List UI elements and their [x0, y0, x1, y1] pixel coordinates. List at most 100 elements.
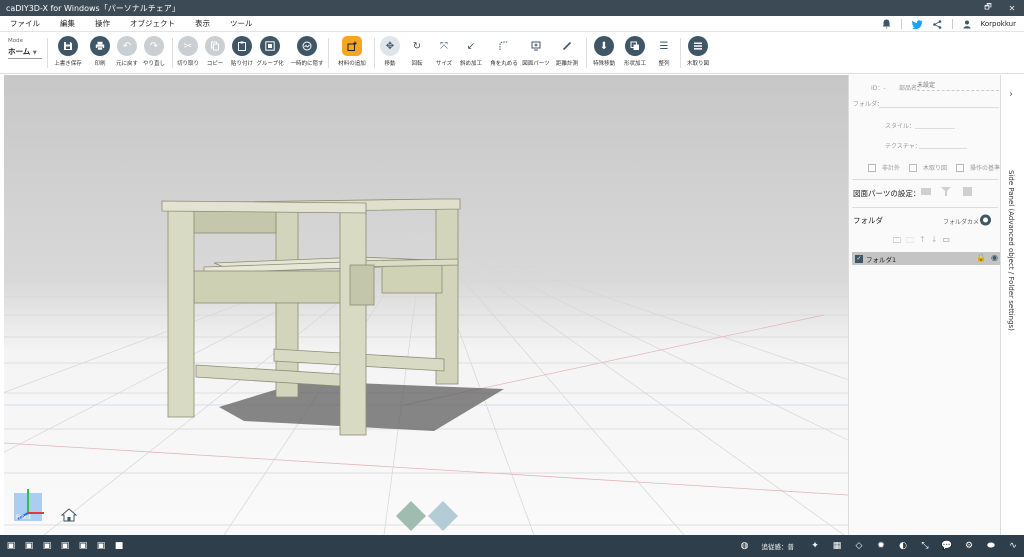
- drawing-parts-tools: [921, 187, 972, 196]
- style-select[interactable]: [915, 128, 955, 129]
- mode-selector[interactable]: Mode ホーム ▼: [8, 38, 42, 66]
- drawing-parts-setting-label: 図面パーツの設定：: [853, 189, 921, 198]
- nav-right-icon[interactable]: [428, 501, 458, 531]
- twitter-icon[interactable]: [911, 19, 923, 29]
- divider: [852, 179, 998, 180]
- view-cube-front-icon[interactable]: ▣: [4, 539, 18, 553]
- exclude-checkbox[interactable]: [868, 163, 876, 172]
- comment-icon[interactable]: 💬: [940, 539, 954, 553]
- move-up-icon[interactable]: ↑: [919, 235, 926, 249]
- walk-icon[interactable]: ✦: [808, 539, 822, 553]
- camera-icon[interactable]: ■: [112, 539, 126, 553]
- camera-icon[interactable]: [979, 214, 992, 226]
- mode-value[interactable]: ホーム ▼: [8, 46, 42, 59]
- folder-toggle-icon[interactable]: ▭: [942, 235, 950, 249]
- save-icon: [58, 36, 78, 56]
- bevel-icon: ↙: [466, 40, 476, 52]
- side-panel-tab[interactable]: › Side Panel (Advanced object / Folder s…: [1000, 75, 1024, 535]
- view-cube-bottom-icon[interactable]: ▣: [94, 539, 108, 553]
- folder-select[interactable]: [879, 107, 999, 108]
- menu-separator: [951, 19, 953, 29]
- align-icon: ☰: [659, 40, 669, 52]
- print-icon: [90, 36, 110, 56]
- axis-icon[interactable]: ⤡: [918, 539, 932, 553]
- folder-tools: 🗀 🗀 ↑ ↓ ▭: [893, 235, 950, 249]
- menu-operate[interactable]: 操作: [85, 18, 120, 29]
- texture-select[interactable]: [919, 148, 967, 149]
- nav-left-icon[interactable]: [396, 501, 426, 531]
- folder-remove-icon[interactable]: 🗀: [906, 235, 914, 249]
- redo-icon: ↷: [144, 36, 164, 56]
- side-panel: ID：- 部品名： フォルダ： スタイル： テクスチャ： 非計外 木取り図 操作…: [848, 75, 1000, 535]
- menu-edit[interactable]: 編集: [50, 18, 85, 29]
- folder-visible-checkbox[interactable]: ✓: [855, 254, 863, 263]
- view-cube-top-icon[interactable]: ▣: [22, 539, 36, 553]
- drawing-parts-filter-icon[interactable]: [941, 187, 951, 196]
- share-icon[interactable]: [932, 19, 942, 29]
- new-folder-icon[interactable]: 🗀: [893, 235, 901, 249]
- view-cube-side-icon[interactable]: ▣: [40, 539, 54, 553]
- navigation-arrows[interactable]: [394, 499, 464, 535]
- mode-label: Mode: [8, 38, 23, 44]
- folder-list-item[interactable]: ✓ フォルダ1 🔒 ◉: [852, 252, 1000, 265]
- wave-icon[interactable]: ∿: [1006, 539, 1020, 553]
- status-bar: ▣ ▣ ▣ ▣ ▣ ▣ ■ ◍ 追従感：普 ✦ ▦ ◇ ✹ ◐ ⤡ 💬 ⚙ ⬬ …: [0, 535, 1024, 557]
- user-icon: [963, 20, 971, 28]
- part-name-field[interactable]: [917, 81, 999, 91]
- light-icon[interactable]: ✹: [874, 539, 888, 553]
- toggle-icon[interactable]: ⬬: [984, 539, 998, 553]
- group-icon: [260, 36, 280, 56]
- 3d-viewport[interactable]: Front: [4, 75, 848, 535]
- grid-icon[interactable]: ▦: [830, 539, 844, 553]
- tools-icon[interactable]: ⚙: [962, 539, 976, 553]
- snap-setting[interactable]: 追従感：普: [762, 541, 795, 551]
- cut-list-button[interactable]: 木取り図: [680, 36, 716, 67]
- folder-section-label: フォルダ: [853, 216, 883, 225]
- object-options: 非計外 木取り図 操作の基準: [865, 163, 1000, 172]
- undo-icon: ↶: [117, 36, 137, 56]
- shadow-icon[interactable]: ◐: [896, 539, 910, 553]
- restore-button[interactable]: 🗗: [976, 0, 1000, 16]
- save-button[interactable]: 上書き保存: [50, 36, 86, 67]
- bell-icon[interactable]: [882, 19, 891, 29]
- home-view-icon[interactable]: [60, 507, 78, 523]
- scene-canvas[interactable]: [4, 75, 848, 535]
- cut-list-icon: [688, 36, 708, 56]
- texture-label: テクスチャ：: [885, 143, 921, 150]
- globe-icon[interactable]: ◍: [738, 539, 752, 553]
- move-down-icon[interactable]: ↓: [931, 235, 938, 249]
- view-cube-iso-icon[interactable]: ▣: [76, 539, 90, 553]
- orientation-gizmo[interactable]: Front: [12, 487, 52, 527]
- folder-visibility-icon[interactable]: ◉: [991, 253, 998, 262]
- chevron-right-icon[interactable]: ›: [1009, 89, 1013, 100]
- drawing-parts-save-icon[interactable]: [963, 187, 972, 196]
- title-bar: caDIY3D-X for Windows「パーソナルチェア」 🗗 ✕: [0, 0, 1024, 16]
- bevel-button[interactable]: ↙ 斜め加工: [453, 36, 489, 68]
- toolbar-separator: [328, 38, 329, 68]
- toolbar: Mode ホーム ▼ 上書き保存 印刷 ↶ 元に戻す ↷ やり直し ✂ 切り取り…: [0, 32, 1024, 74]
- user-name[interactable]: Korpokkur: [981, 20, 1016, 28]
- menu-file[interactable]: ファイル: [0, 18, 50, 29]
- reference-checkbox[interactable]: [956, 163, 964, 172]
- round-corner-button[interactable]: 角を丸める: [486, 36, 522, 67]
- cut-list-checkbox[interactable]: [909, 163, 917, 172]
- add-material-button[interactable]: 材料の追加: [334, 36, 370, 67]
- hide-icon: [297, 36, 317, 56]
- menu-tools[interactable]: ツール: [220, 18, 263, 29]
- menu-view[interactable]: 表示: [185, 18, 220, 29]
- add-material-icon: [342, 36, 362, 56]
- window-controls: 🗗 ✕: [976, 0, 1024, 16]
- hide-button[interactable]: 一時的に隠す: [289, 36, 325, 67]
- folder-lock-icon[interactable]: 🔒: [976, 253, 986, 262]
- group-button[interactable]: グループ化: [252, 36, 288, 67]
- menu-object[interactable]: オブジェクト: [120, 18, 185, 29]
- view-cube-back-icon[interactable]: ▣: [58, 539, 72, 553]
- view-cube-icon: [14, 489, 44, 521]
- measure-button[interactable]: 距離計測: [549, 36, 585, 67]
- align-button[interactable]: ☰ 整列: [646, 36, 682, 68]
- redo-button[interactable]: ↷ やり直し: [136, 36, 172, 67]
- drawing-parts-add-icon[interactable]: [921, 188, 931, 195]
- eraser-icon[interactable]: ◇: [852, 539, 866, 553]
- close-button[interactable]: ✕: [1000, 0, 1024, 16]
- copy-icon: [205, 36, 225, 56]
